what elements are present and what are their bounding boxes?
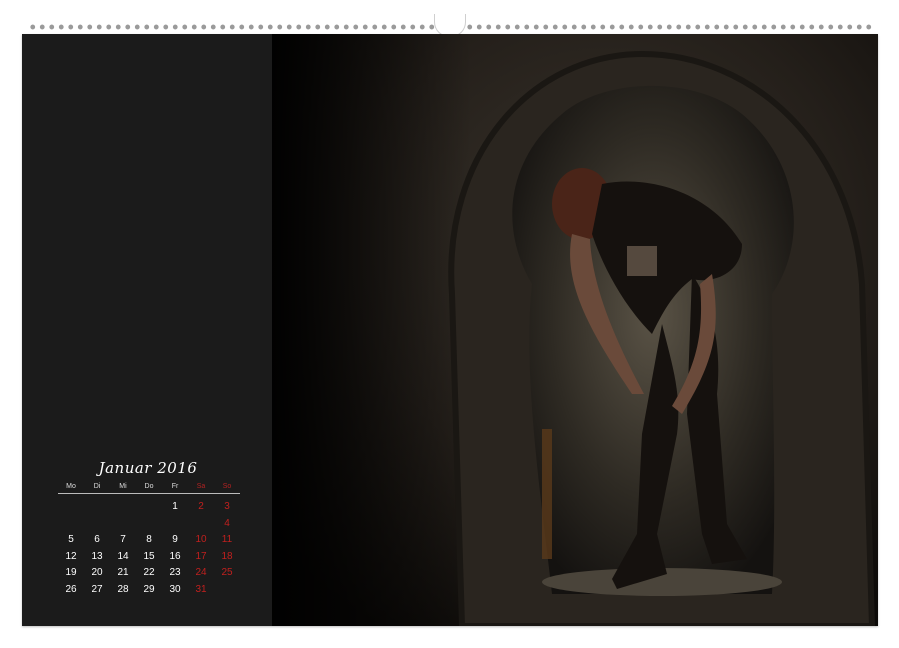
calendar-sidebar: Januar 2016 Mo Di Mi Do Fr Sa So 123 456… [22, 34, 272, 626]
month-calendar: Januar 2016 Mo Di Mi Do Fr Sa So 123 456… [58, 459, 238, 598]
weekday-di: Di [84, 483, 110, 494]
weekday-sa: Sa [188, 483, 214, 494]
calendar-day-empty [214, 582, 240, 599]
calendar-day-empty [136, 499, 162, 516]
calendar-day-6: 6 [84, 532, 110, 549]
calendar-day-28: 28 [110, 582, 136, 599]
calendar-day-empty [58, 516, 84, 533]
calendar-day-14: 14 [110, 549, 136, 566]
calendar-day-empty [84, 499, 110, 516]
calendar-page: Januar 2016 Mo Di Mi Do Fr Sa So 123 456… [22, 34, 878, 626]
calendar-day-16: 16 [162, 549, 188, 566]
calendar-day-10: 10 [188, 532, 214, 549]
calendar-day-7: 7 [110, 532, 136, 549]
calendar-day-20: 20 [84, 565, 110, 582]
month-title: Januar 2016 [58, 459, 238, 477]
weekday-do: Do [136, 483, 162, 494]
calendar-day-26: 26 [58, 582, 84, 599]
calendar-day-empty [188, 516, 214, 533]
weekday-so: So [214, 483, 240, 494]
calendar-day-13: 13 [84, 549, 110, 566]
calendar-day-empty [58, 499, 84, 516]
calendar-day-27: 27 [84, 582, 110, 599]
calendar-day-8: 8 [136, 532, 162, 549]
calendar-day-empty [136, 516, 162, 533]
calendar-day-30: 30 [162, 582, 188, 599]
calendar-day-1: 1 [162, 499, 188, 516]
calendar-day-25: 25 [214, 565, 240, 582]
calendar-photo [272, 34, 878, 626]
calendar-day-3: 3 [214, 499, 240, 516]
calendar-day-2: 2 [188, 499, 214, 516]
calendar-day-9: 9 [162, 532, 188, 549]
calendar-day-4: 4 [214, 516, 240, 533]
calendar-day-21: 21 [110, 565, 136, 582]
calendar-day-23: 23 [162, 565, 188, 582]
calendar-day-empty [84, 516, 110, 533]
calendar-day-empty [110, 499, 136, 516]
calendar-day-12: 12 [58, 549, 84, 566]
weekday-mi: Mi [110, 483, 136, 494]
calendar-day-22: 22 [136, 565, 162, 582]
calendar-day-15: 15 [136, 549, 162, 566]
weekday-fr: Fr [162, 483, 188, 494]
calendar-day-29: 29 [136, 582, 162, 599]
weekday-mo: Mo [58, 483, 84, 494]
calendar-day-5: 5 [58, 532, 84, 549]
calendar-day-18: 18 [214, 549, 240, 566]
calendar-day-17: 17 [188, 549, 214, 566]
calendar-grid: Mo Di Mi Do Fr Sa So 123 456789101112131… [58, 483, 238, 598]
calendar-day-19: 19 [58, 565, 84, 582]
calendar-day-11: 11 [214, 532, 240, 549]
keyhole-photo-illustration [272, 34, 878, 626]
calendar-day-empty [162, 516, 188, 533]
calendar-day-31: 31 [188, 582, 214, 599]
calendar-day-empty [110, 516, 136, 533]
calendar-day-24: 24 [188, 565, 214, 582]
